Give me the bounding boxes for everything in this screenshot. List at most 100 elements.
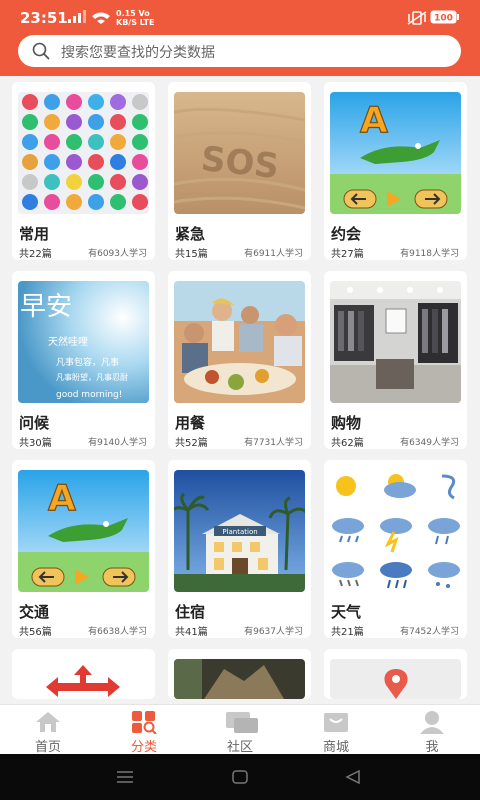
sand-sos-image: SOS (174, 92, 305, 214)
tab-community[interactable]: 社区 (192, 705, 288, 755)
category-title: 购物 (331, 414, 362, 432)
app-header: 23:51 0.15 Vo KB/S LTE 100 搜索您要查找的分类数据 (0, 0, 480, 76)
menu-icon[interactable] (116, 770, 134, 784)
category-thumbnail (330, 470, 461, 592)
hotel-photo-image: Plantation (174, 470, 305, 592)
svg-text:100: 100 (434, 14, 453, 24)
category-learners: 有9637人学习 (244, 627, 303, 637)
category-title: 约会 (331, 225, 362, 243)
category-thumbnail: Plantation (174, 470, 305, 592)
alphabet-crocodile-image: A (330, 92, 461, 214)
category-title: 紧急 (175, 225, 206, 243)
map-pin-image (330, 659, 461, 699)
category-learners: 有6638人学习 (88, 627, 147, 637)
alphabet-crocodile-image: A (18, 470, 149, 592)
svg-text:凡事盼望，凡事忍耐: 凡事盼望，凡事忍耐 (56, 372, 128, 382)
morning-greeting-image: 早安 天然哇哩 凡事包容，凡事 凡事盼望，凡事忍耐 good morning! (18, 281, 149, 403)
search-placeholder: 搜索您要查找的分类数据 (61, 45, 215, 61)
category-count: 共41篇 (175, 627, 208, 638)
svg-text:早安: 早安 (20, 292, 72, 322)
category-title: 问候 (19, 414, 50, 432)
category-card-changyong[interactable]: 常用 共22篇 有6093人学习 (12, 82, 155, 260)
category-card-partial[interactable] (168, 649, 311, 699)
back-triangle-icon[interactable] (344, 769, 362, 785)
tab-home[interactable]: 首页 (0, 705, 96, 755)
category-count: 共30篇 (19, 438, 52, 449)
category-learners: 有9118人学习 (400, 249, 459, 259)
search-icon (32, 42, 50, 60)
store-interior-image (330, 281, 461, 403)
category-title: 天气 (331, 603, 362, 621)
category-thumbnail: A (18, 470, 149, 592)
svg-text:A: A (360, 100, 388, 141)
vibrate-icon (407, 11, 427, 25)
category-thumbnail (174, 659, 305, 699)
category-card-jiaotong[interactable]: A 交通 共56篇 有6638人学习 (12, 460, 155, 638)
category-thumbnail (330, 659, 461, 699)
tab-profile[interactable]: 我 (384, 705, 480, 755)
profile-icon (420, 711, 444, 734)
tab-label: 社区 (226, 740, 253, 755)
category-thumbnail (174, 281, 305, 403)
tab-label: 首页 (34, 740, 61, 755)
category-count: 共21篇 (331, 627, 364, 638)
status-bar: 23:51 0.15 Vo KB/S LTE 100 (0, 0, 480, 36)
category-learners: 有7731人学习 (244, 438, 303, 448)
landscape-photo-image (174, 659, 305, 699)
category-icon (132, 711, 157, 734)
category-count: 共15篇 (175, 249, 208, 260)
network-speed: 0.15 Vo KB/S LTE (116, 9, 155, 27)
category-title: 常用 (19, 225, 50, 243)
tab-category[interactable]: 分类 (96, 705, 192, 755)
category-card-partial[interactable] (12, 649, 155, 699)
svg-text:凡事包容，凡事: 凡事包容，凡事 (56, 356, 119, 368)
red-arrows-image (18, 659, 149, 699)
svg-text:天然哇哩: 天然哇哩 (48, 335, 88, 348)
dining-photo-image (174, 281, 305, 403)
category-thumbnail: A (330, 92, 461, 214)
category-title: 交通 (19, 603, 50, 621)
category-thumbnail: SOS (174, 92, 305, 214)
category-count: 共52篇 (175, 438, 208, 449)
svg-text:A: A (48, 478, 76, 519)
category-card-yuehui[interactable]: A 约会 共27篇 有9118人学习 (324, 82, 467, 260)
app-icons-image (18, 92, 149, 214)
category-count: 共62篇 (331, 438, 364, 449)
category-card-yongcan[interactable]: 用餐 共52篇 有7731人学习 (168, 271, 311, 449)
category-card-gouwu[interactable]: 购物 共62篇 有6349人学习 (324, 271, 467, 449)
system-nav-bar (0, 754, 480, 800)
svg-text:Plantation: Plantation (222, 528, 257, 536)
category-learners: 有6911人学习 (244, 249, 303, 259)
category-card-zhusu[interactable]: Plantation 住宿 共41篇 有9637人学习 (168, 460, 311, 638)
category-card-partial[interactable] (324, 649, 467, 699)
svg-text:SOS: SOS (199, 139, 281, 187)
category-title: 用餐 (175, 414, 206, 432)
category-learners: 有6093人学习 (88, 249, 147, 259)
status-time: 23:51 (20, 9, 68, 27)
category-thumbnail: 早安 天然哇哩 凡事包容，凡事 凡事盼望，凡事忍耐 good morning! (18, 281, 149, 403)
category-card-jinji[interactable]: SOS 紧急 共15篇 有6911人学习 (168, 82, 311, 260)
category-count: 共27篇 (331, 249, 364, 260)
category-card-wenhou[interactable]: 早安 天然哇哩 凡事包容，凡事 凡事盼望，凡事忍耐 good morning! … (12, 271, 155, 449)
tab-label: 商城 (322, 740, 349, 755)
category-learners: 有6349人学习 (400, 438, 459, 448)
svg-text:good morning!: good morning! (56, 390, 122, 400)
category-grid: 常用 共22篇 有6093人学习 SOS 紧急 共15篇 有6911人学习 A (0, 76, 480, 704)
mall-icon (324, 713, 348, 732)
home-square-icon[interactable] (231, 769, 249, 785)
category-title: 住宿 (175, 603, 206, 621)
category-count: 共56篇 (19, 627, 52, 638)
tab-label: 分类 (130, 740, 157, 755)
category-thumbnail (330, 281, 461, 403)
search-input[interactable]: 搜索您要查找的分类数据 (18, 35, 461, 67)
category-card-tianqi[interactable]: 天气 共21篇 有7452人学习 (324, 460, 467, 638)
bottom-tab-bar: 首页 分类 社区 商城 我 (0, 704, 480, 755)
category-count: 共22篇 (19, 249, 52, 260)
category-thumbnail (18, 92, 149, 214)
category-learners: 有7452人学习 (400, 627, 459, 637)
weather-icons-image (330, 470, 461, 592)
battery-icon: 100 (430, 10, 459, 24)
category-thumbnail (18, 659, 149, 699)
home-icon (36, 712, 60, 732)
tab-mall[interactable]: 商城 (288, 705, 384, 755)
